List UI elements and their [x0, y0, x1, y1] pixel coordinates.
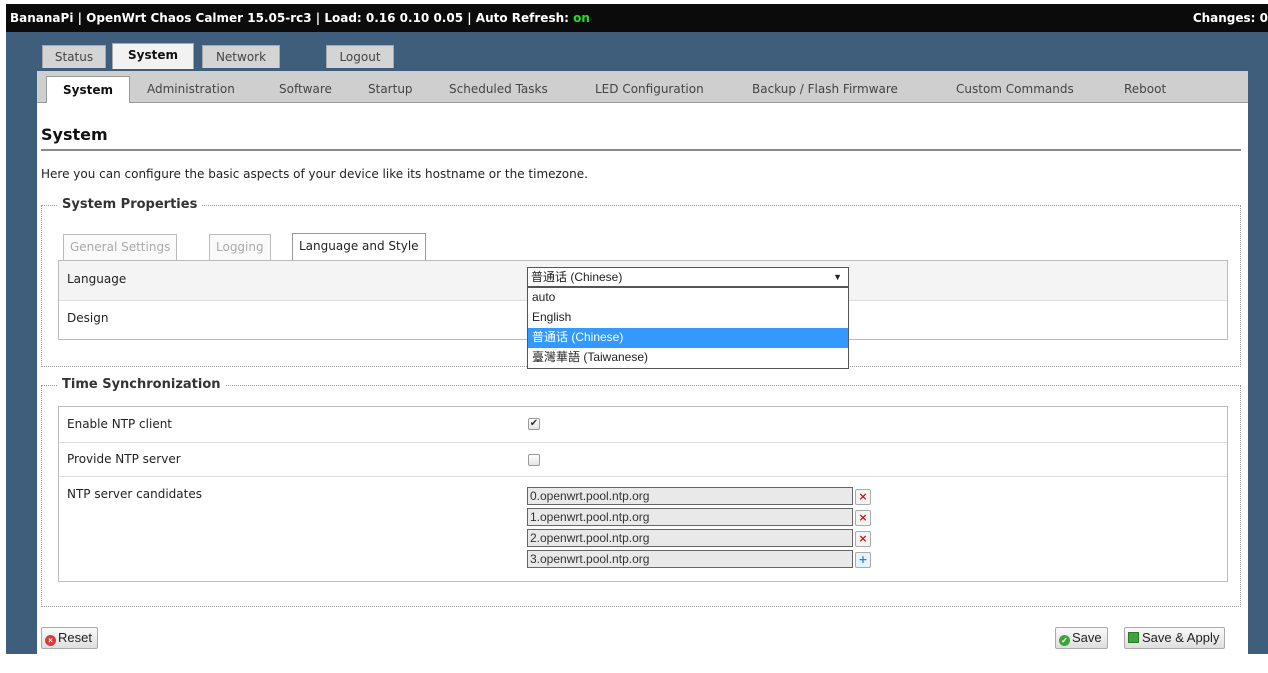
subtab-software[interactable]: Software: [273, 76, 338, 103]
title-divider: [41, 149, 1241, 151]
auto-refresh-toggle[interactable]: on: [573, 11, 590, 25]
sub-tabs: System Administration Software Startup S…: [37, 71, 1248, 103]
dropdown-arrow-icon: ▼: [833, 272, 842, 282]
save-button[interactable]: ✓ Save: [1055, 627, 1108, 649]
subtab-general-settings[interactable]: General Settings: [63, 234, 178, 260]
page-description: Here you can configure the basic aspects…: [41, 167, 588, 181]
subtab-administration[interactable]: Administration: [141, 76, 241, 103]
save-icon: ✓: [1059, 635, 1070, 646]
ntp-candidates-row: NTP server candidates 0.openwrt.pool.ntp…: [59, 477, 1227, 581]
status-summary: BananaPi | OpenWrt Chaos Calmer 15.05-rc…: [10, 4, 590, 32]
page-title: System: [41, 125, 108, 144]
subtab-logging[interactable]: Logging: [209, 234, 271, 260]
language-selected-value: 普通话 (Chinese): [531, 270, 623, 284]
subtab-led-configuration[interactable]: LED Configuration: [589, 76, 710, 103]
status-text: BananaPi | OpenWrt Chaos Calmer 15.05-rc…: [10, 11, 574, 25]
main-content: System Here you can configure the basic …: [37, 103, 1248, 654]
language-row: Language 普通话 (Chinese) ▼ auto English 普通…: [59, 261, 1227, 369]
subtab-scheduled-tasks[interactable]: Scheduled Tasks: [443, 76, 554, 103]
subtab-backup-flash[interactable]: Backup / Flash Firmware: [746, 76, 904, 103]
system-properties-section: System Properties General Settings Loggi…: [41, 197, 1241, 369]
ntp-server-input-2[interactable]: 2.openwrt.pool.ntp.org: [527, 529, 853, 547]
save-label: Save: [1072, 630, 1102, 645]
language-select[interactable]: 普通话 (Chinese) ▼: [527, 267, 849, 287]
provide-ntp-checkbox[interactable]: [528, 454, 540, 466]
remove-icon[interactable]: ×: [855, 531, 871, 547]
ntp-server-input-0[interactable]: 0.openwrt.pool.ntp.org: [527, 487, 853, 505]
save-apply-label: Save & Apply: [1142, 630, 1220, 645]
tab-system[interactable]: System: [112, 43, 194, 69]
language-option-chinese[interactable]: 普通话 (Chinese): [528, 328, 848, 348]
provide-ntp-label: Provide NTP server: [67, 452, 181, 466]
language-option-taiwanese[interactable]: 臺灣華語 (Taiwanese): [528, 348, 848, 368]
remove-icon[interactable]: ×: [855, 510, 871, 526]
provide-ntp-row: Provide NTP server: [59, 443, 1227, 477]
design-label: Design: [67, 311, 109, 325]
remove-icon[interactable]: ×: [855, 489, 871, 505]
ntp-server-input-3[interactable]: 3.openwrt.pool.ntp.org: [527, 550, 853, 568]
language-dropdown-list: auto English 普通话 (Chinese) 臺灣華語 (Taiwane…: [527, 287, 849, 369]
check-icon: ✔: [529, 418, 539, 429]
tab-status[interactable]: Status: [42, 45, 106, 68]
subtab-reboot[interactable]: Reboot: [1118, 76, 1172, 103]
apply-icon: [1128, 632, 1139, 643]
tab-network[interactable]: Network: [202, 45, 280, 68]
enable-ntp-label: Enable NTP client: [67, 417, 173, 431]
reset-label: Reset: [58, 630, 92, 645]
enable-ntp-checkbox[interactable]: ✔: [528, 418, 540, 430]
ntp-server-input-1[interactable]: 1.openwrt.pool.ntp.org: [527, 508, 853, 526]
reset-icon: ×: [45, 635, 56, 646]
subtab-custom-commands[interactable]: Custom Commands: [950, 76, 1080, 103]
save-apply-button[interactable]: Save & Apply: [1124, 627, 1226, 649]
reset-button[interactable]: × Reset: [41, 627, 98, 649]
enable-ntp-row: Enable NTP client ✔: [59, 407, 1227, 443]
changes-counter[interactable]: Changes: 0: [1193, 4, 1268, 32]
add-icon[interactable]: +: [855, 552, 871, 568]
ntp-candidates-label: NTP server candidates: [67, 487, 202, 501]
app-frame: BananaPi | OpenWrt Chaos Calmer 15.05-rc…: [6, 4, 1268, 654]
language-option-auto[interactable]: auto: [528, 288, 848, 308]
subtab-language-style[interactable]: Language and Style: [292, 233, 426, 260]
time-sync-section: Time Synchronization Enable NTP client ✔…: [41, 377, 1241, 607]
language-option-english[interactable]: English: [528, 308, 848, 328]
language-label: Language: [67, 272, 127, 286]
language-style-panel: Language 普通话 (Chinese) ▼ auto English 普通…: [58, 260, 1228, 369]
tab-logout[interactable]: Logout: [326, 45, 394, 68]
subtab-system[interactable]: System: [46, 76, 130, 103]
time-sync-panel: Enable NTP client ✔ Provide NTP server N…: [58, 406, 1228, 582]
section-legend: Time Synchronization: [58, 377, 225, 392]
section-legend: System Properties: [58, 197, 202, 212]
subtab-startup[interactable]: Startup: [362, 76, 419, 103]
status-bar: BananaPi | OpenWrt Chaos Calmer 15.05-rc…: [6, 4, 1268, 32]
